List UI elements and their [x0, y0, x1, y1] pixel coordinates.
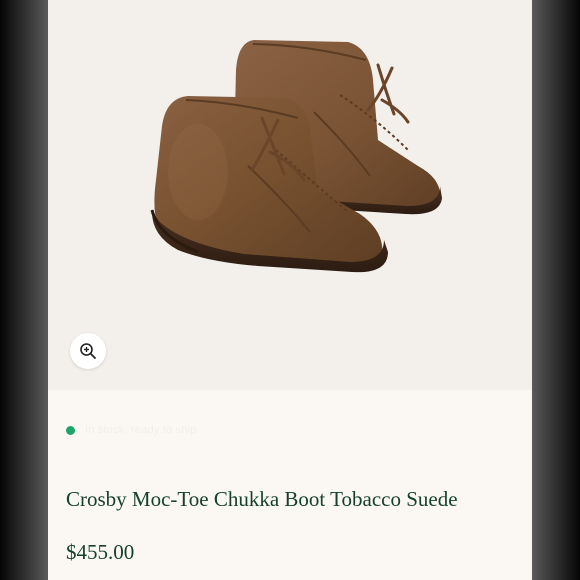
- right-blur-edge: [532, 0, 580, 580]
- zoom-button[interactable]: [70, 333, 106, 369]
- screenshot-frame: In stock, ready to ship Crosby Moc-Toe C…: [0, 0, 580, 580]
- stock-status: In stock, ready to ship: [66, 424, 197, 436]
- product-image[interactable]: [48, 0, 532, 390]
- stock-indicator-dot: [66, 425, 75, 435]
- product-image-area[interactable]: [48, 0, 532, 390]
- zoom-in-icon: [80, 343, 96, 359]
- product-title: Crosby Moc-Toe Chukka Boot Tobacco Suede: [66, 487, 458, 511]
- product-page: In stock, ready to ship Crosby Moc-Toe C…: [48, 0, 532, 580]
- product-info: In stock, ready to ship Crosby Moc-Toe C…: [48, 390, 532, 580]
- stock-status-text: In stock, ready to ship: [85, 424, 197, 436]
- product-price: $455.00: [66, 540, 135, 564]
- left-blur-edge: [0, 0, 48, 580]
